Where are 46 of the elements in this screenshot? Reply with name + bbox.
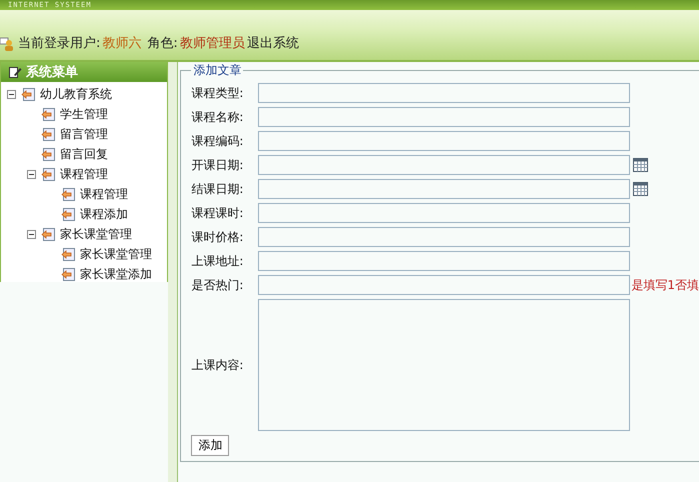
tree-item[interactable]: 课程管理 bbox=[60, 166, 108, 182]
edit-icon bbox=[9, 66, 22, 78]
field-label: 课程编码: bbox=[191, 132, 244, 150]
field-label: 上课内容: bbox=[191, 356, 244, 374]
collapse-toggle[interactable] bbox=[27, 170, 36, 178]
role-name: 教师管理员 bbox=[180, 35, 245, 52]
user-icon bbox=[0, 37, 14, 51]
add-button[interactable]: 添加 bbox=[191, 435, 230, 456]
user-name: 教师六 bbox=[102, 35, 142, 52]
sidebar-title: 系统菜单 bbox=[26, 64, 78, 81]
calendar-icon[interactable] bbox=[633, 182, 648, 196]
field-label: 结课日期: bbox=[191, 180, 244, 198]
tree-item[interactable]: 课程添加 bbox=[80, 206, 128, 222]
form-title: 添加文章 bbox=[192, 62, 242, 79]
calendar-icon[interactable] bbox=[633, 158, 648, 172]
content-textarea[interactable] bbox=[258, 299, 630, 431]
field-label: 课程课时: bbox=[191, 204, 244, 222]
collapse-toggle[interactable] bbox=[27, 230, 36, 238]
tree-item[interactable]: 学生管理 bbox=[60, 106, 108, 122]
field-label: 课程名称: bbox=[191, 108, 244, 126]
input-field[interactable] bbox=[258, 251, 630, 271]
input-field[interactable] bbox=[258, 131, 630, 151]
tree-item[interactable]: 留言管理 bbox=[60, 126, 108, 142]
field-hint: 是填写1否填 bbox=[631, 276, 699, 294]
collapse-toggle[interactable] bbox=[7, 90, 16, 98]
tree-item[interactable]: 课程管理 bbox=[80, 186, 128, 202]
input-field[interactable] bbox=[258, 179, 630, 199]
input-field[interactable] bbox=[258, 203, 630, 223]
tree-item[interactable]: 家长课堂管理 bbox=[80, 246, 152, 262]
field-label: 课程类型: bbox=[191, 84, 244, 102]
role-label: 角色: bbox=[147, 35, 178, 52]
tree-item[interactable]: 幼儿教育系统 bbox=[40, 86, 112, 102]
input-field[interactable] bbox=[258, 227, 630, 247]
tree-item[interactable]: 家长课堂管理 bbox=[60, 226, 132, 242]
field-label: 开课日期: bbox=[191, 156, 244, 174]
field-label: 上课地址: bbox=[191, 252, 244, 270]
input-field[interactable] bbox=[258, 107, 630, 127]
field-label: 课时价格: bbox=[191, 228, 244, 246]
input-field[interactable] bbox=[258, 275, 630, 295]
user-label: 当前登录用户: bbox=[18, 35, 100, 52]
tree-item[interactable]: 留言回复 bbox=[60, 146, 108, 162]
field-label: 是否热门: bbox=[191, 276, 244, 294]
tree-item[interactable]: 家长课堂添加 bbox=[80, 266, 152, 282]
input-field[interactable] bbox=[258, 155, 630, 175]
logout-link[interactable]: 退出系统 bbox=[246, 34, 299, 52]
input-field[interactable] bbox=[258, 83, 630, 103]
